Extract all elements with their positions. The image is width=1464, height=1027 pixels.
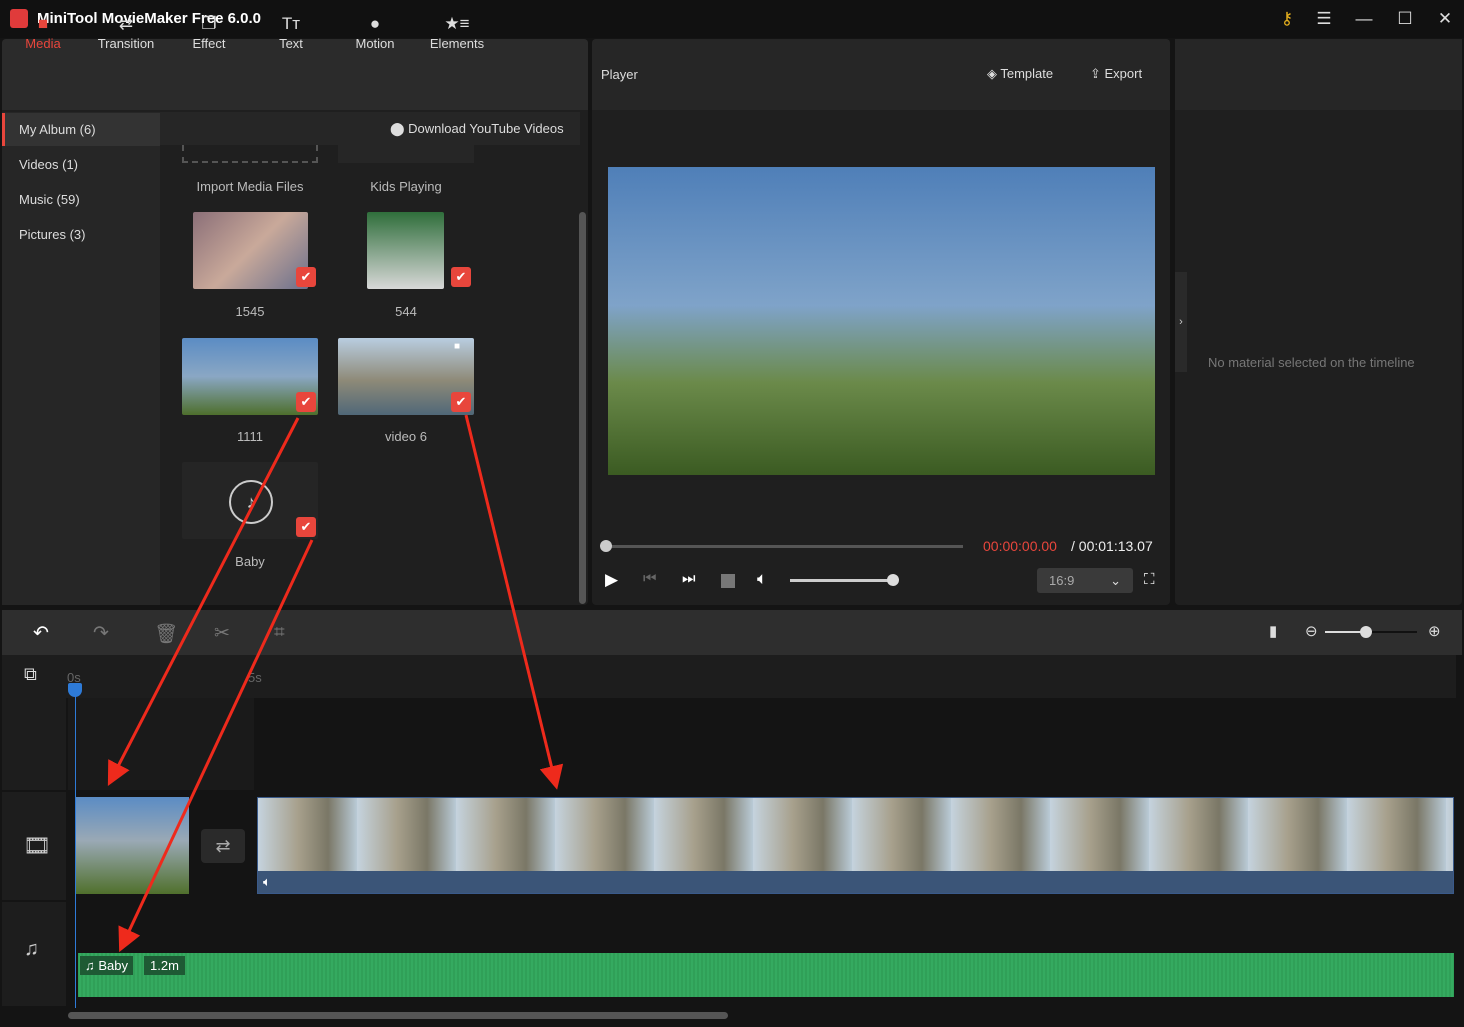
annotation-arrow	[118, 539, 314, 953]
annotation-arrows	[107, 414, 564, 953]
annotation-arrow	[107, 417, 300, 786]
annotation-arrow	[464, 414, 564, 790]
